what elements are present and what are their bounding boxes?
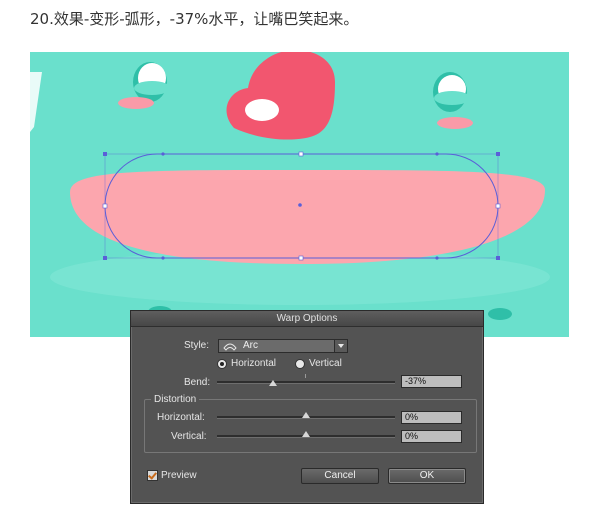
anchor-point [435,256,439,260]
bend-value-field[interactable]: -37% [401,375,462,388]
distortion-group [144,399,477,453]
bend-label: Bend: [184,377,211,388]
style-select[interactable]: Arc [218,339,348,353]
cancel-button[interactable]: Cancel [301,468,379,484]
ok-button[interactable]: OK [388,468,466,484]
distortion-vertical-value-field[interactable]: 0% [401,430,462,443]
anchor-point [161,256,165,260]
bend-slider-track[interactable] [217,381,395,384]
distortion-legend: Distortion [151,394,200,405]
distortion-horizontal-value-field[interactable]: 0% [401,411,462,424]
handle-bottom-right [496,256,500,260]
chevron-down-icon[interactable] [334,340,347,352]
vertical-radio[interactable] [295,359,305,369]
distortion-horizontal-slider-thumb[interactable] [302,412,310,418]
horizontal-radio[interactable] [217,359,227,369]
handle-bottom-left [103,256,107,260]
character-illustration [30,52,569,337]
style-label: Style: [184,340,210,351]
warp-options-dialog: Warp Options Style: Arc Horizontal Verti… [130,310,484,504]
handle-middle-right [495,203,501,209]
step-title: 20.效果-变形-弧形，-37%水平，让嘴巴笑起来。 [30,10,359,28]
nose-highlight [245,99,279,121]
dialog-title[interactable]: Warp Options [131,311,483,327]
handle-top-left [103,152,107,156]
bend-slider-thumb[interactable] [269,380,278,386]
center-point [298,203,302,207]
handle-bottom-middle [298,255,304,261]
preview-checkbox[interactable] [147,470,158,481]
anchor-point [435,152,439,156]
handle-top-right [496,152,500,156]
left-cheek [118,97,154,109]
preview-label[interactable]: Preview [161,470,197,481]
horizontal-radio-label[interactable]: Horizontal [231,358,276,369]
bend-slider-center-tick [305,374,306,378]
handle-top-middle [298,151,304,157]
distortion-vertical-label: Vertical: [171,431,207,442]
artwork-canvas[interactable] [30,52,569,337]
handle-middle-left [102,203,108,209]
right-cheek [437,117,473,129]
arc-icon [223,341,237,355]
distortion-horizontal-label: Horizontal: [157,412,205,423]
anchor-point [161,152,165,156]
right-eyelid [434,91,470,105]
left-eyelid [134,81,170,95]
style-value: Arc [243,340,258,351]
vertical-radio-label[interactable]: Vertical [309,358,342,369]
distortion-vertical-slider-thumb[interactable] [302,431,310,437]
teeth-right [488,308,512,320]
